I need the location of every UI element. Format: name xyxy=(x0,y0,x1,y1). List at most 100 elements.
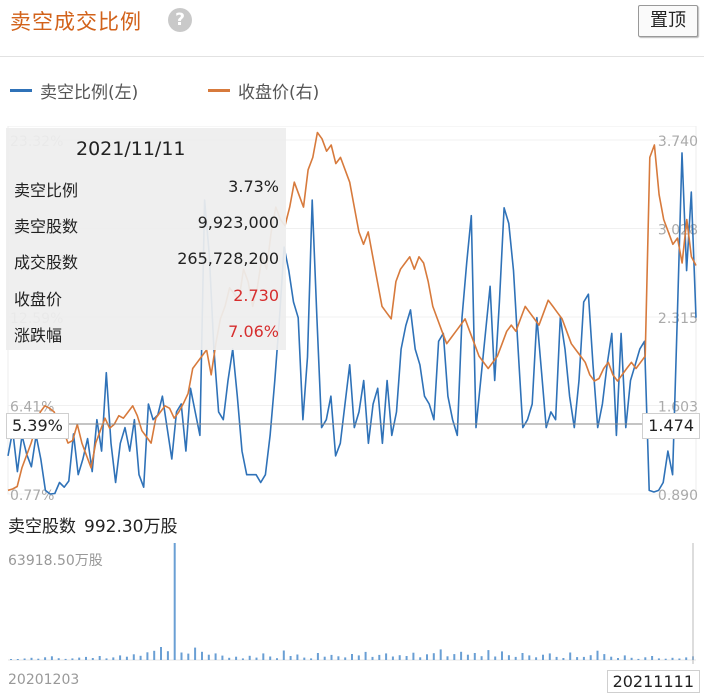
volume-bar xyxy=(310,658,313,660)
volume-bar xyxy=(44,657,47,660)
volume-bar xyxy=(507,655,510,660)
volume-bar xyxy=(610,656,613,660)
volume-bar xyxy=(364,651,367,660)
y-right-tick-label: 0.890 xyxy=(658,488,698,504)
volume-bar xyxy=(685,657,688,660)
volume-bar xyxy=(514,656,517,660)
volume-bar xyxy=(160,647,162,660)
volume-bar xyxy=(419,657,422,660)
volume-bar xyxy=(664,658,667,660)
volume-bar xyxy=(651,656,654,660)
volume-bar xyxy=(57,658,60,660)
volume-bar xyxy=(276,658,278,660)
volume-bar xyxy=(623,655,626,660)
volume-bar xyxy=(235,656,238,660)
volume-bar xyxy=(446,656,449,660)
volume-bar xyxy=(316,653,319,660)
volume-bar xyxy=(494,656,497,660)
tooltip-label: 涨跌幅 xyxy=(14,326,63,345)
volume-bar xyxy=(323,656,326,660)
volume-title-label: 卖空股数 xyxy=(8,517,76,537)
pin-to-top-button[interactable]: 置顶 xyxy=(638,5,698,37)
volume-bar xyxy=(119,655,122,660)
volume-bar xyxy=(241,658,244,660)
volume-bar xyxy=(30,657,33,660)
volume-bar xyxy=(405,656,408,660)
volume-bar xyxy=(562,658,565,660)
volume-bar xyxy=(596,650,599,660)
tooltip-date: 2021/11/11 xyxy=(76,138,186,160)
volume-bar xyxy=(617,658,619,660)
volume-bar xyxy=(582,656,585,660)
volume-bar xyxy=(637,658,640,660)
volume-bar xyxy=(657,658,660,660)
tooltip-value: 7.06% xyxy=(228,322,279,341)
volume-bar xyxy=(351,654,353,660)
legend-label: 卖空比例(左) xyxy=(40,83,139,103)
y-left-tick-label: 0.77% xyxy=(10,488,54,504)
volume-bar xyxy=(173,543,176,660)
volume-bar xyxy=(466,654,469,660)
volume-bar xyxy=(248,655,251,660)
tooltip-label: 收盘价 xyxy=(14,290,63,309)
volume-bar xyxy=(64,658,67,660)
tooltip-row: 涨跌幅 7.06% xyxy=(14,322,279,346)
volume-bar xyxy=(201,651,203,660)
volume-bar xyxy=(153,650,156,660)
volume-bar xyxy=(535,657,538,660)
volume-bar xyxy=(221,655,224,660)
volume-bar xyxy=(426,654,428,660)
volume-bar xyxy=(139,655,142,660)
crosshair-right-label: 1.474 xyxy=(642,413,700,439)
volume-bar xyxy=(480,656,483,660)
tooltip-value: 9,923,000 xyxy=(197,213,279,232)
volume-bar xyxy=(398,655,401,660)
volume-bar xyxy=(548,653,551,660)
tooltip-value: 3.73% xyxy=(228,177,279,196)
volume-bar xyxy=(460,651,463,660)
volume-bar xyxy=(412,652,415,660)
volume-bar xyxy=(589,655,592,660)
volume-bar xyxy=(521,653,524,660)
volume-bar xyxy=(166,651,169,660)
volume-bar xyxy=(371,656,374,660)
volume-bar xyxy=(37,658,40,660)
volume-chart[interactable] xyxy=(0,540,704,664)
volume-bar xyxy=(146,652,149,660)
volume-bar xyxy=(71,658,74,660)
volume-bar xyxy=(671,657,674,660)
volume-bar xyxy=(187,653,190,660)
volume-bar xyxy=(289,656,292,660)
volume-bar xyxy=(132,654,135,660)
volume-bar xyxy=(330,654,333,660)
legend-item-close-price[interactable]: 收盘价(右) xyxy=(208,78,319,103)
volume-bar xyxy=(16,659,19,660)
tooltip-value: 265,728,200 xyxy=(177,249,279,268)
tooltip-row: 成交股数 265,728,200 xyxy=(14,249,279,273)
tooltip-row: 卖空股数 9,923,000 xyxy=(14,213,279,237)
divider xyxy=(0,56,704,57)
volume-bar xyxy=(207,654,210,660)
volume-bar xyxy=(296,654,299,660)
legend-item-short-ratio[interactable]: 卖空比例(左) xyxy=(10,78,138,103)
volume-bar xyxy=(576,657,579,660)
volume-bar xyxy=(105,658,108,660)
question-icon[interactable]: ? xyxy=(168,8,192,32)
volume-bar xyxy=(569,652,572,660)
volume-bar xyxy=(214,653,217,660)
volume-bar xyxy=(487,650,490,660)
volume-bar xyxy=(501,651,503,660)
volume-bar xyxy=(337,656,340,660)
volume-bar xyxy=(303,657,306,660)
volume-bar xyxy=(10,659,12,660)
crosshair-left-label: 5.39% xyxy=(6,413,69,439)
volume-bar xyxy=(473,653,476,660)
volume-bar xyxy=(194,647,197,660)
volume-max-label: 63918.50万股 xyxy=(8,553,103,569)
volume-bar xyxy=(542,654,544,660)
legend-label: 收盘价(右) xyxy=(238,83,320,103)
volume-bar xyxy=(603,654,606,660)
volume-bar xyxy=(255,657,258,660)
tooltip-label: 卖空股数 xyxy=(14,217,79,236)
volume-bar xyxy=(378,654,381,660)
